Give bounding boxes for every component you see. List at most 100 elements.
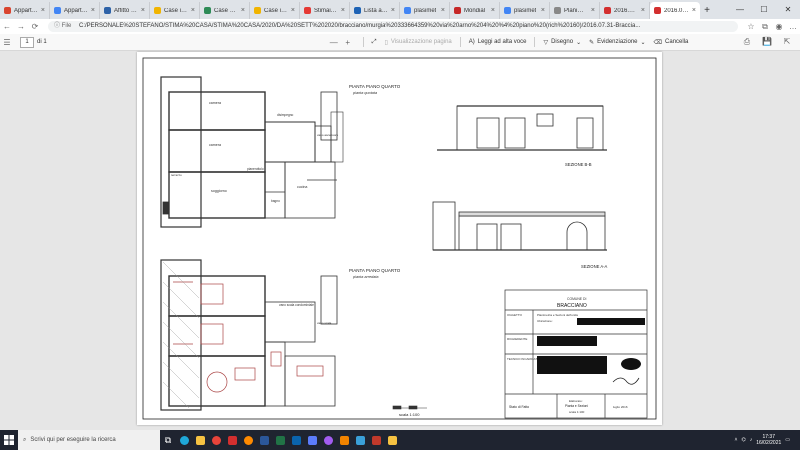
tab-close-icon[interactable]: × xyxy=(91,7,95,14)
tab-close-icon[interactable]: × xyxy=(391,7,395,14)
firefox-icon[interactable] xyxy=(240,430,256,450)
page-view-button[interactable]: ▯ Visualizzazione pagina xyxy=(385,39,452,46)
profile-icon[interactable]: ◉ xyxy=(772,22,786,31)
toolbar-divider xyxy=(362,37,364,47)
richiedente-label: RICHIEDENTE xyxy=(507,337,527,341)
browser-tab[interactable]: Affitto Bra × xyxy=(100,2,150,19)
pin-icon[interactable]: ⇱ xyxy=(780,37,794,47)
print-icon[interactable]: ⎙ xyxy=(740,37,754,47)
room-label-r3: soggiorno xyxy=(211,189,227,193)
page-number-input[interactable]: 1 xyxy=(20,36,34,48)
tab-title: Appartam xyxy=(14,7,38,14)
notification-up-icon[interactable]: ˄ xyxy=(734,437,737,443)
volume-icon[interactable]: ♪ xyxy=(750,437,753,443)
contents-icon[interactable]: ☰ xyxy=(0,38,14,47)
section-a xyxy=(432,201,607,251)
room-label-r1: camera xyxy=(209,101,221,105)
tab-close-icon[interactable]: × xyxy=(441,7,445,14)
chrome-icon[interactable] xyxy=(208,430,224,450)
close-window-icon[interactable]: ✕ xyxy=(776,0,800,19)
browser-tab[interactable]: plasimet × xyxy=(500,2,550,19)
acrobat-icon[interactable] xyxy=(224,430,240,450)
tab-close-icon[interactable]: × xyxy=(692,7,696,14)
windows-logo-icon xyxy=(4,435,14,445)
excel-icon[interactable] xyxy=(272,430,288,450)
messenger-icon[interactable] xyxy=(320,430,336,450)
new-tab-button[interactable]: + xyxy=(700,2,714,19)
tab-title: Case in ve xyxy=(264,7,288,14)
tab-close-icon[interactable]: × xyxy=(291,7,295,14)
notifications-icon[interactable]: ▭ xyxy=(785,437,790,443)
furniture xyxy=(173,281,324,393)
app-icon[interactable] xyxy=(352,430,368,450)
scale-label: scala 1:100 xyxy=(399,412,420,417)
oggetto-value: Planimetria e Sezioni dell'unità xyxy=(537,313,578,317)
refresh-icon[interactable]: ⟳ xyxy=(28,22,42,31)
zoom-in-button[interactable]: + xyxy=(341,38,355,47)
windows-taskbar: ⌕ Scrivi qui per eseguire la ricerca ⧉ ˄… xyxy=(0,430,800,450)
search-icon: ⌕ xyxy=(23,436,27,443)
browser-tab[interactable]: Case più c× xyxy=(200,2,250,19)
tab-close-icon[interactable]: × xyxy=(141,7,145,14)
read-aloud-button[interactable]: A) Leggi ad alta voce xyxy=(469,39,527,45)
section-b xyxy=(437,105,607,151)
tab-close-icon[interactable]: × xyxy=(591,7,595,14)
explorer-icon[interactable] xyxy=(192,430,208,450)
url-text: C:/PERSONALE%20STEFANO/STIMA%20CASA/STIM… xyxy=(79,23,641,29)
tab-favicon-icon xyxy=(204,7,211,14)
network-icon[interactable]: ⌬ xyxy=(741,437,745,443)
browser-tab[interactable]: Planimetr × xyxy=(550,2,600,19)
taskbar-search[interactable]: ⌕ Scrivi qui per eseguire la ricerca xyxy=(18,430,160,450)
browser-tab[interactable]: Mondial × xyxy=(450,2,500,19)
windows-start-icon[interactable] xyxy=(0,430,18,450)
app-icon[interactable] xyxy=(384,430,400,450)
tab-close-icon[interactable]: × xyxy=(41,7,45,14)
outlook-icon[interactable] xyxy=(288,430,304,450)
fit-page-icon: ⤢ xyxy=(371,38,377,45)
app-icon[interactable] xyxy=(368,430,384,450)
zoom-out-button[interactable]: — xyxy=(327,38,341,47)
clock[interactable]: 17:37 16/02/2021 xyxy=(756,434,781,446)
favorite-star-icon[interactable]: ☆ xyxy=(744,22,758,31)
maximize-icon[interactable]: ☐ xyxy=(752,0,776,19)
word-icon[interactable] xyxy=(256,430,272,450)
erase-button[interactable]: ⌫ Cancella xyxy=(654,39,689,46)
tab-title: Case in Af xyxy=(164,7,188,14)
highlight-button[interactable]: ✎ Evidenziazione ⌄ xyxy=(589,39,645,46)
collections-icon[interactable]: ⧉ xyxy=(758,22,772,32)
browser-tab[interactable]: Appartam × xyxy=(0,2,50,19)
forward-icon[interactable]: → xyxy=(14,22,28,31)
browser-tab[interactable]: Case in Af× xyxy=(150,2,200,19)
tab-close-icon[interactable]: × xyxy=(641,7,645,14)
save-icon[interactable]: 💾 xyxy=(760,37,774,47)
tab-close-icon[interactable]: × xyxy=(341,7,345,14)
plan-furnished xyxy=(160,259,338,411)
vlc-icon[interactable] xyxy=(336,430,352,450)
edge-icon[interactable] xyxy=(176,430,192,450)
back-icon[interactable]: ← xyxy=(0,22,14,31)
browser-tab[interactable]: Lista annu× xyxy=(350,2,400,19)
system-tray: ˄ ⌬ ♪ 17:37 16/02/2021 ▭ xyxy=(734,434,800,446)
store-icon[interactable] xyxy=(304,430,320,450)
menu-icon[interactable]: … xyxy=(786,22,800,31)
browser-tab[interactable]: 2016.07.3× xyxy=(600,2,650,19)
draw-button[interactable]: ▽ Disegno ⌄ xyxy=(543,39,581,46)
tab-close-icon[interactable]: × xyxy=(491,7,495,14)
fit-page-button[interactable]: ⤢ xyxy=(372,39,377,46)
tab-title: plasimet xyxy=(514,7,537,14)
minimize-icon[interactable]: — xyxy=(728,0,752,19)
address-bar: ← → ⟳ ⓘ File C:/PERSONALE%20STEFANO/STIM… xyxy=(0,19,800,35)
tab-title: Mondial xyxy=(464,7,486,14)
browser-tab[interactable]: Case in ve× xyxy=(250,2,300,19)
tab-title: Lista annu xyxy=(364,7,388,14)
task-view-icon[interactable]: ⧉ xyxy=(160,430,176,450)
browser-tab[interactable]: plasimet × xyxy=(400,2,450,19)
url-field[interactable]: ⓘ File C:/PERSONALE%20STEFANO/STIMA%20CA… xyxy=(48,21,738,32)
tab-close-icon[interactable]: × xyxy=(191,7,195,14)
browser-tab[interactable]: Appartam × xyxy=(50,2,100,19)
browser-tab-bar: Appartam×Appartam×Affitto Bra×Case in Af… xyxy=(0,0,800,19)
tab-close-icon[interactable]: × xyxy=(241,7,245,14)
browser-tab[interactable]: Stimaimm× xyxy=(300,2,350,19)
tab-close-icon[interactable]: × xyxy=(541,7,545,14)
browser-tab[interactable]: 2016.07.3× xyxy=(650,2,700,19)
